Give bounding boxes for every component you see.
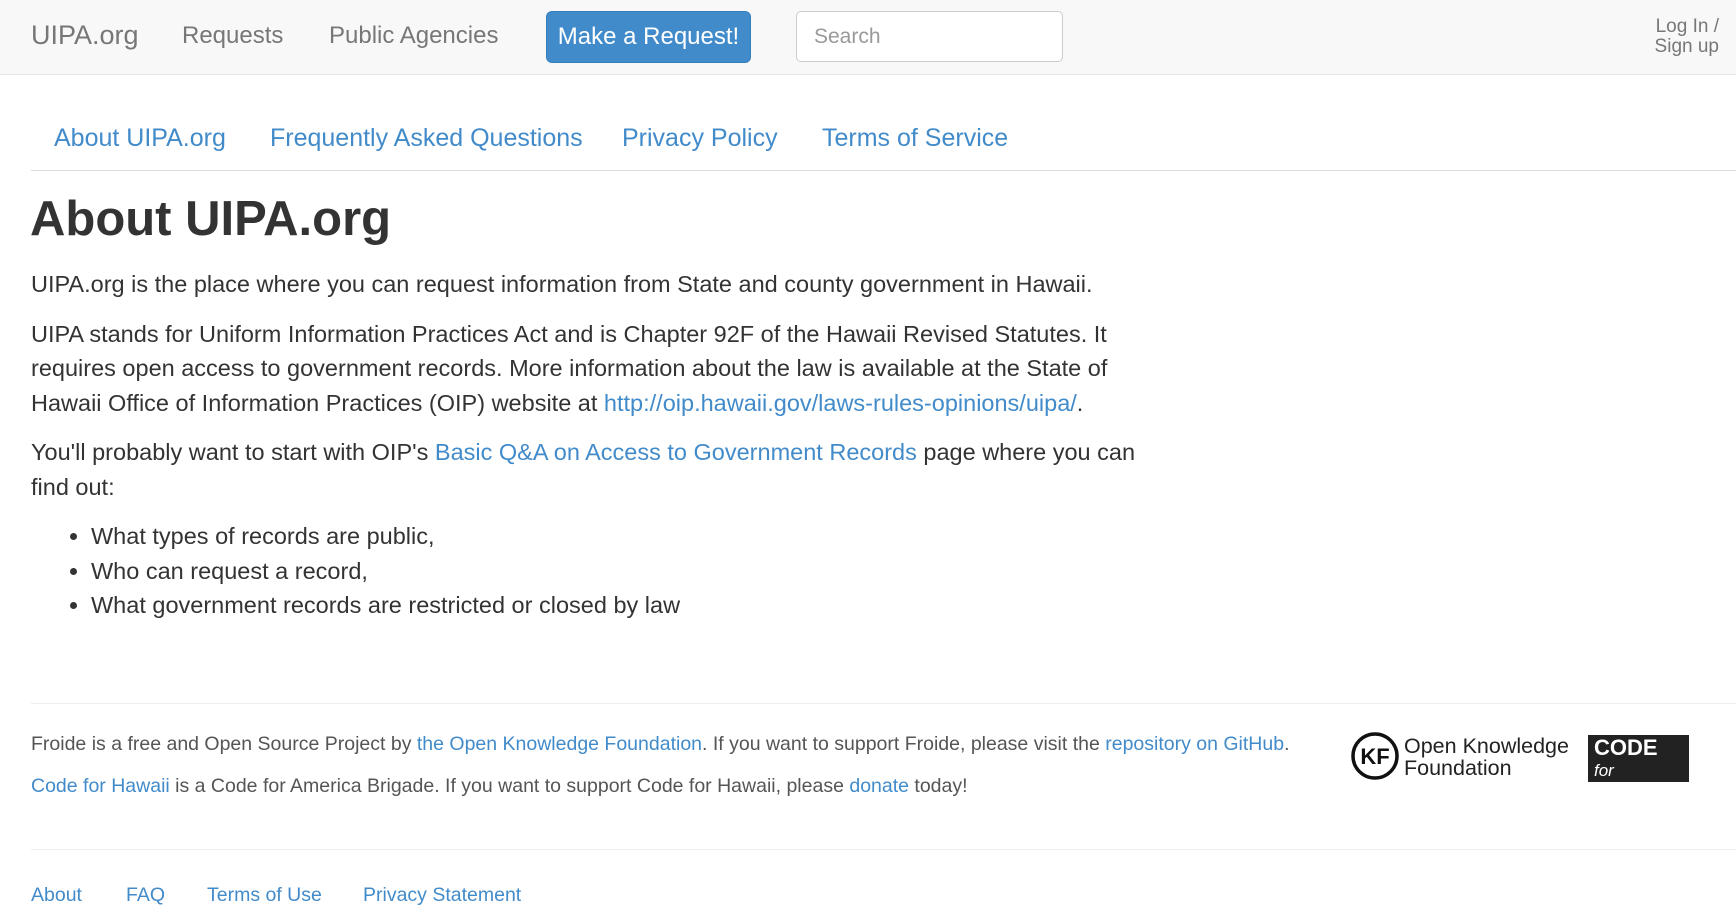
list-item: Who can request a record, [91, 554, 1151, 589]
make-request-button[interactable]: Make a Request! [546, 11, 751, 63]
footer-text: . If you want to support Froide, please … [702, 733, 1106, 755]
search-input[interactable] [796, 11, 1063, 62]
footer-text: today! [909, 775, 968, 797]
nav-requests-link[interactable]: Requests [182, 22, 283, 50]
uipa-paragraph: UIPA stands for Uniform Information Prac… [31, 317, 1151, 421]
login-label: Log In / [1655, 16, 1719, 37]
signup-label: Sign up [1654, 36, 1719, 57]
code-for-hawaii-logo[interactable]: CODE for HAWAII [1588, 735, 1689, 803]
footer-text: is a Code for America Brigade. If you wa… [169, 775, 850, 797]
tab-terms-of-service[interactable]: Terms of Service [822, 124, 1008, 153]
nav-public-agencies-link[interactable]: Public Agencies [329, 22, 498, 50]
top-navbar: UIPA.org Requests Public Agencies Make a… [0, 0, 1736, 75]
page-title: About UIPA.org [30, 192, 392, 246]
okf-logo-line2: Foundation [1404, 756, 1512, 780]
okf-logo-line1: Open Knowledge [1404, 734, 1569, 758]
tab-faq[interactable]: Frequently Asked Questions [270, 124, 583, 153]
subnav-tabs: About UIPA.org Frequently Asked Question… [31, 110, 1736, 171]
oip-uipa-link[interactable]: http://oip.hawaii.gov/laws-rules-opinion… [604, 390, 1077, 416]
okf-link[interactable]: the Open Knowledge Foundation [417, 733, 702, 755]
findings-list: What types of records are public, Who ca… [31, 519, 1151, 623]
list-item: What types of records are public, [91, 519, 1151, 554]
login-signup-link[interactable]: Log In / Sign up [1655, 17, 1719, 57]
cfh-logo-hawaii: HAWAII [1594, 778, 1682, 804]
tab-privacy-policy[interactable]: Privacy Policy [622, 124, 778, 153]
footer-about-link[interactable]: About [31, 884, 82, 907]
uipa-period: . [1076, 389, 1084, 416]
footer-privacy-link[interactable]: Privacy Statement [363, 884, 521, 907]
qa-paragraph: You'll probably want to start with OIP's… [31, 435, 1151, 504]
footer-terms-link[interactable]: Terms of Use [207, 884, 322, 907]
list-item: What government records are restricted o… [91, 588, 1151, 623]
cfh-logo-row1: CODE for [1594, 737, 1683, 781]
intro-paragraph: UIPA.org is the place where you can requ… [31, 271, 1093, 297]
footer-froide-line: Froide is a free and Open Source Project… [31, 733, 1290, 756]
footer-text: . [1284, 733, 1290, 755]
footer-codeforhawaii-line: Code for Hawaii is a Code for America Br… [31, 775, 968, 798]
footer-faq-link[interactable]: FAQ [126, 884, 165, 907]
basic-qa-link[interactable]: Basic Q&A on Access to Government Record… [435, 439, 917, 465]
okf-mark: KF [1360, 744, 1389, 769]
footer-text: Froide is a free and Open Source Project… [31, 733, 417, 755]
donate-link[interactable]: donate [849, 775, 909, 797]
github-repository-link[interactable]: repository on GitHub [1105, 733, 1284, 755]
footer-links: About FAQ Terms of Use Privacy Statement [31, 849, 1736, 920]
tab-about[interactable]: About UIPA.org [54, 124, 226, 153]
main-content: UIPA.org is the place where you can requ… [31, 267, 1151, 623]
okf-logo[interactable]: KF Open Knowledge Foundation [1349, 730, 1579, 782]
brand-link[interactable]: UIPA.org [31, 20, 139, 51]
code-for-hawaii-link[interactable]: Code for Hawaii [31, 775, 170, 797]
cfh-logo-code: CODE [1594, 735, 1658, 760]
footer-info: Froide is a free and Open Source Project… [31, 703, 1736, 848]
qa-text-before: You'll probably want to start with OIP's [31, 439, 435, 465]
